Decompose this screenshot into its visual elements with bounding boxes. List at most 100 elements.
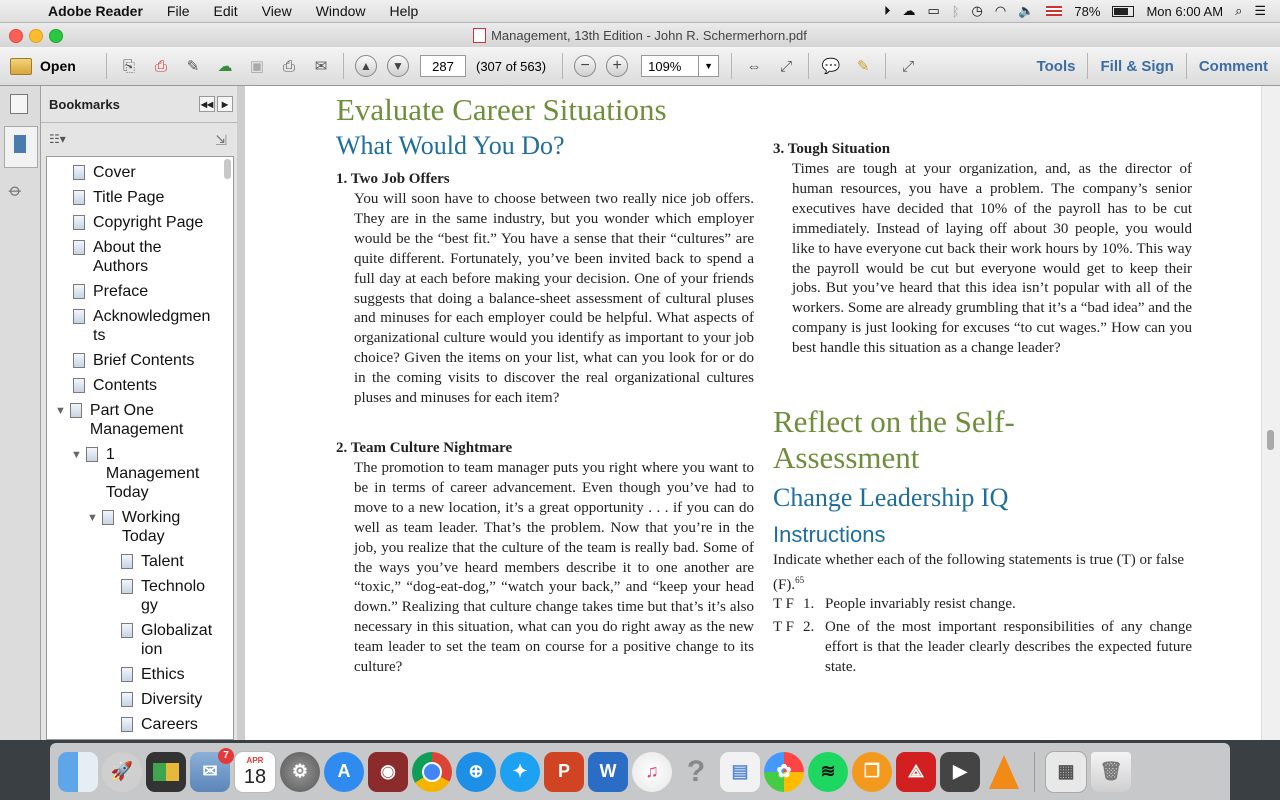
edit-pdf-icon[interactable]: ✎ (180, 54, 206, 78)
wifi-icon[interactable]: ◠ (995, 3, 1006, 19)
photo-booth-icon[interactable]: ◉ (368, 751, 408, 792)
bookmark-preface[interactable]: Preface (73, 282, 213, 301)
fit-page-icon[interactable]: ⤢ (773, 54, 799, 78)
bookmark-brief-contents[interactable]: Brief Contents (73, 351, 213, 370)
twitter-icon[interactable]: ✦ (500, 751, 540, 792)
bookmarks-panel-button[interactable] (4, 126, 38, 168)
comment-tab[interactable]: Comment (1187, 58, 1280, 75)
close-window-button[interactable] (9, 29, 23, 43)
bookmark-about-the-authors[interactable]: About the Authors (73, 238, 213, 276)
fit-width-icon[interactable]: ⇔ (741, 54, 767, 78)
photos-icon[interactable]: ✿ (764, 751, 804, 792)
safari-icon[interactable]: ⊕ (456, 751, 496, 792)
play-status-icon[interactable]: ⏵ (884, 3, 891, 19)
page-thumbnails-icon[interactable] (10, 94, 28, 114)
document-scrollbar[interactable] (1261, 86, 1280, 740)
airplay-icon[interactable]: ▭ (927, 3, 939, 19)
system-preferences-icon[interactable]: ⚙ (280, 751, 320, 792)
bookmark-part-one[interactable]: ▼ Part One Management (55, 401, 215, 439)
create-pdf-icon[interactable]: ⎘ (116, 54, 142, 78)
bookmark-title-page[interactable]: Title Page (73, 188, 213, 207)
bookmark-cover[interactable]: Cover (73, 163, 213, 182)
volume-icon[interactable]: 🔈 (1018, 3, 1034, 19)
bookmark-options-icon[interactable]: ☷▾ (49, 132, 66, 146)
highlight-icon[interactable]: ✎ (850, 54, 876, 78)
cloud-icon[interactable]: ☁ (902, 3, 915, 19)
bookmark-copyright-page[interactable]: Copyright Page (73, 213, 213, 232)
itunes-icon[interactable]: ♫ (632, 751, 672, 792)
launchpad-icon[interactable]: 🚀 (102, 751, 142, 792)
bookmark-scrollbar[interactable] (224, 159, 231, 179)
document-view[interactable]: Evaluate Career Situations What Would Yo… (245, 86, 1280, 740)
word-icon[interactable]: W (588, 751, 628, 792)
bookmark-careers[interactable]: Careers (121, 715, 213, 734)
unknown-app-icon[interactable]: ? (676, 752, 716, 792)
bookmark-globalization[interactable]: Globalization (121, 621, 213, 659)
comment-bubble-icon[interactable]: 💬 (818, 54, 844, 78)
ibooks-icon[interactable]: ❐ (852, 751, 892, 792)
chevron-down-icon[interactable]: ▼ (699, 55, 720, 77)
spotify-icon[interactable]: ≋ (808, 751, 848, 792)
zoom-select[interactable]: 109% ▼ (641, 55, 720, 77)
panel-splitter[interactable] (237, 86, 245, 740)
menu-app[interactable]: Adobe Reader (40, 3, 155, 19)
trash-icon[interactable]: 🗑 (1091, 751, 1131, 792)
flag-icon[interactable] (1046, 6, 1063, 16)
bookmark-acknowledgments[interactable]: Acknowledgments (73, 307, 213, 345)
preview-icon[interactable]: ▤ (720, 751, 760, 792)
expand-triangle-icon[interactable]: ▼ (87, 509, 98, 528)
page-number-input[interactable]: 287 (420, 55, 466, 77)
next-page-button[interactable]: ▼ (387, 55, 409, 77)
calendar-icon[interactable]: APR 18 (234, 750, 276, 793)
bookmark-talent[interactable]: Talent (121, 552, 213, 571)
photo-slideshow-icon[interactable]: ▶ (940, 751, 980, 792)
bookmark-chapter-1[interactable]: ▼ 1 Management Today (71, 445, 211, 502)
bookmark-ethics[interactable]: Ethics (121, 665, 213, 684)
time-machine-icon[interactable]: ◷ (972, 3, 983, 19)
finder-icon[interactable] (58, 751, 98, 792)
minimize-window-button[interactable] (29, 29, 43, 43)
menu-help[interactable]: Help (378, 3, 431, 19)
bookmark-technology[interactable]: Technology (121, 577, 213, 615)
mail-icon[interactable]: ✉ 7 (190, 747, 234, 792)
adobe-reader-icon[interactable]: ⟁ (896, 751, 936, 792)
downloads-stack-icon[interactable]: ▦ (1045, 750, 1087, 793)
full-screen-icon[interactable]: ⤢ (895, 54, 921, 78)
zoom-value[interactable]: 109% (641, 55, 700, 77)
tools-tab[interactable]: Tools (1025, 58, 1088, 75)
vlc-icon[interactable] (984, 752, 1024, 792)
bookmark-contents[interactable]: Contents (73, 376, 213, 395)
spotlight-icon[interactable]: ⌕ (1235, 3, 1242, 19)
upload-cloud-icon[interactable]: ☁ (212, 54, 238, 78)
scroll-thumb[interactable] (1267, 430, 1274, 450)
fill-sign-tab[interactable]: Fill & Sign (1088, 58, 1185, 75)
zoom-window-button[interactable] (49, 29, 63, 43)
battery-icon[interactable] (1112, 5, 1135, 17)
bookmark-working-today[interactable]: ▼ Working Today (87, 508, 211, 546)
previous-page-button[interactable]: ▲ (355, 55, 377, 77)
zoom-out-button[interactable]: − (574, 55, 597, 77)
menu-view[interactable]: View (250, 3, 304, 19)
powerpoint-icon[interactable]: P (544, 751, 584, 792)
print-icon[interactable]: ⎙ (276, 54, 302, 78)
zoom-in-button[interactable]: + (606, 55, 629, 77)
attachments-icon[interactable]: ⌀ (4, 179, 27, 202)
menu-window[interactable]: Window (304, 3, 378, 19)
chrome-icon[interactable] (412, 751, 452, 792)
menu-file[interactable]: File (155, 3, 202, 19)
menu-edit[interactable]: Edit (201, 3, 249, 19)
expand-triangle-icon[interactable]: ▼ (71, 446, 82, 465)
bookmark-diversity[interactable]: Diversity (121, 690, 213, 709)
mission-control-icon[interactable] (146, 751, 186, 792)
app-store-icon[interactable]: A (324, 751, 364, 792)
expand-triangle-icon[interactable]: ▼ (55, 402, 66, 421)
export-pdf-icon[interactable]: ⎙ (148, 54, 174, 78)
notification-center-icon[interactable]: ☰ (1254, 3, 1266, 19)
expand-panel-icon[interactable]: ▶ (217, 96, 233, 112)
save-icon[interactable]: ▣ (244, 54, 270, 78)
battery-percent[interactable]: 78% (1074, 4, 1100, 19)
email-icon[interactable]: ✉ (308, 54, 334, 78)
bluetooth-icon[interactable]: ᛒ (952, 4, 960, 19)
expand-current-bookmark-icon[interactable]: ⇲ (215, 132, 227, 149)
open-button[interactable]: Open (0, 57, 100, 75)
